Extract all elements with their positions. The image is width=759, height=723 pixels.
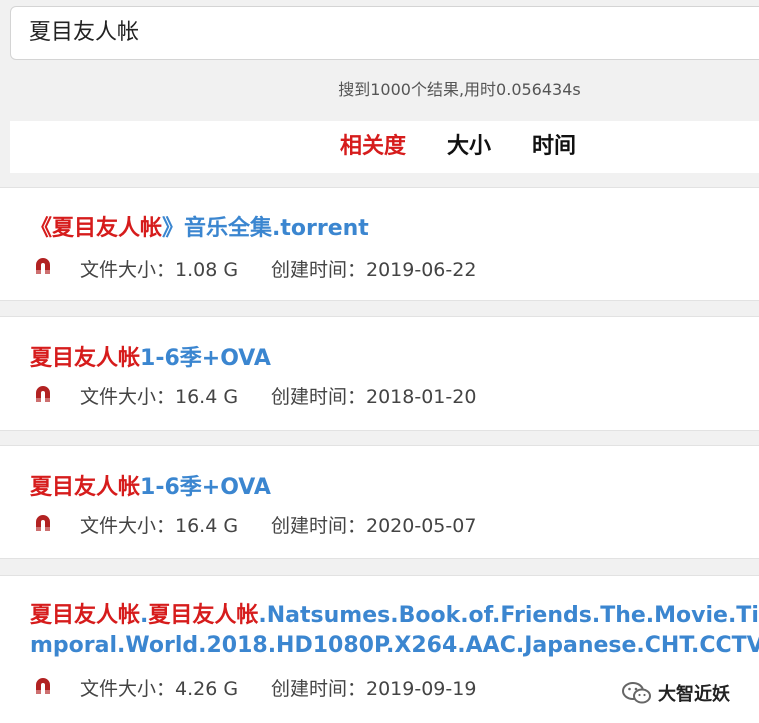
- magnet-icon[interactable]: [33, 676, 53, 696]
- file-size: 文件大小：4.26 G: [80, 678, 239, 700]
- magnet-icon[interactable]: [33, 384, 53, 404]
- watermark-text: 大智近妖: [658, 684, 730, 705]
- title-suffix: 》音乐全集.torrent: [162, 216, 369, 241]
- title-prefix: 《: [30, 216, 53, 241]
- title-highlight-2: 夏目友人帐: [148, 603, 259, 628]
- result-card: 《夏目友人帐》音乐全集.torrent 文件大小：1.08 G 创建时间：201…: [0, 187, 759, 301]
- sort-tab-relevance[interactable]: 相关度: [340, 121, 406, 173]
- title-suffix: 1-6季+OVA: [140, 475, 271, 500]
- result-card: 夏目友人帐1-6季+OVA 文件大小：16.4 G 创建时间：2020-05-0…: [0, 445, 759, 559]
- title-suffix: .Natsumes.Book.of.Friends.The.Movie.Tied…: [258, 603, 759, 628]
- result-card: 夏目友人帐1-6季+OVA 文件大小：16.4 G 创建时间：2018-01-2…: [0, 316, 759, 431]
- result-title-link[interactable]: 夏目友人帐1-6季+OVA: [30, 340, 271, 372]
- file-size: 文件大小：16.4 G: [80, 386, 239, 408]
- created-date: 创建时间：2019-09-19: [271, 678, 477, 700]
- title-highlight: 夏目友人帐: [30, 475, 141, 500]
- magnet-icon[interactable]: [33, 256, 53, 276]
- file-size: 文件大小：1.08 G: [80, 259, 239, 281]
- title-highlight: 夏目友人帐: [30, 346, 141, 371]
- result-title-link[interactable]: 夏目友人帐.夏目友人帐.Natsumes.Book.of.Friends.The…: [30, 597, 759, 629]
- search-input[interactable]: [29, 7, 729, 59]
- created-date: 创建时间：2018-01-20: [271, 386, 477, 408]
- title-highlight: 夏目友人帐: [30, 603, 141, 628]
- result-summary-text: 搜到1000个结果,用时0.056434s: [338, 80, 581, 99]
- file-size: 文件大小：16.4 G: [80, 515, 239, 537]
- created-date: 创建时间：2020-05-07: [271, 515, 477, 537]
- title-highlight: 夏目友人帐: [52, 216, 163, 241]
- result-summary: 搜到1000个结果,用时0.056434s: [0, 78, 759, 102]
- created-date: 创建时间：2019-06-22: [271, 259, 477, 281]
- page: 搜到1000个结果,用时0.056434s 相关度 大小 时间 《夏目友人帐》音…: [0, 0, 759, 723]
- watermark: 大智近妖: [622, 678, 730, 708]
- sort-bar: 相关度 大小 时间: [10, 121, 759, 173]
- title-suffix: 1-6季+OVA: [140, 346, 271, 371]
- magnet-icon[interactable]: [33, 513, 53, 533]
- sort-tab-time[interactable]: 时间: [532, 121, 576, 173]
- result-title-link[interactable]: 《夏目友人帐》音乐全集.torrent: [30, 210, 369, 242]
- sort-tab-size[interactable]: 大小: [447, 121, 491, 173]
- result-title-line2[interactable]: mporal.World.2018.HD1080P.X264.AAC.Japan…: [30, 633, 759, 658]
- result-title-link[interactable]: 夏目友人帐1-6季+OVA: [30, 469, 271, 501]
- wechat-icon: [622, 682, 651, 704]
- search-box[interactable]: [10, 6, 759, 60]
